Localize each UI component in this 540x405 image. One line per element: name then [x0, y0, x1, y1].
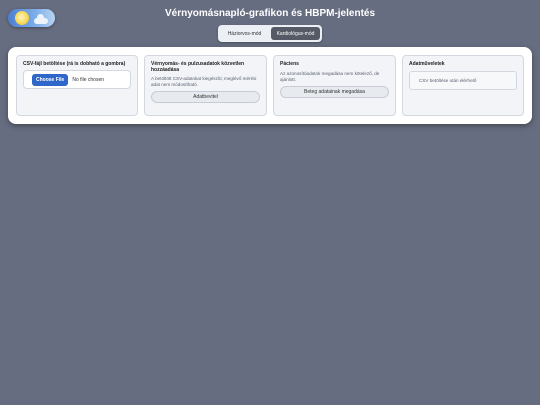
- file-status: No file chosen: [72, 76, 105, 83]
- general-practitioner-mode-button[interactable]: Háziorvos-mód: [220, 27, 269, 40]
- page-title: Vérnyomásnapló-grafikon és HBPM-jelentés: [164, 8, 376, 19]
- csv-upload-card: CSV-fájl betöltése (rá is dobható a gomb…: [16, 55, 138, 116]
- data-entry-button[interactable]: Adatbevitel: [151, 91, 260, 103]
- manual-entry-title: Vérnyomás- és pulzusadatok közvetlen hoz…: [151, 61, 245, 73]
- data-operations-title: Adatműveletek: [409, 61, 445, 67]
- patient-data-button[interactable]: Beteg adatainak megadása: [280, 86, 389, 98]
- patient-description: Az azonosítóadatok megadása nem kötelező…: [280, 71, 380, 82]
- manual-entry-description: A betöltött CSV-adatokat kiegészíti; meg…: [151, 76, 257, 87]
- manual-entry-card: Vérnyomás- és pulzusadatok közvetlen hoz…: [144, 55, 267, 116]
- mode-switch: Háziorvos-mód Kardiológus-mód: [218, 25, 322, 42]
- choose-file-button[interactable]: Choose File: [32, 73, 69, 86]
- file-input[interactable]: Choose File No file chosen: [23, 70, 131, 89]
- data-operations-info: CSV betöltése után elérhető: [409, 71, 517, 90]
- cardiologist-mode-button[interactable]: Kardiológus-mód: [271, 27, 320, 40]
- patient-card: Páciens Az azonosítóadatok megadása nem …: [273, 55, 396, 116]
- patient-title: Páciens: [280, 61, 299, 67]
- csv-upload-title: CSV-fájl betöltése (rá is dobható a gomb…: [23, 61, 126, 67]
- control-panel: CSV-fájl betöltése (rá is dobható a gomb…: [8, 47, 532, 124]
- data-operations-card: Adatműveletek CSV betöltése után elérhet…: [402, 55, 524, 116]
